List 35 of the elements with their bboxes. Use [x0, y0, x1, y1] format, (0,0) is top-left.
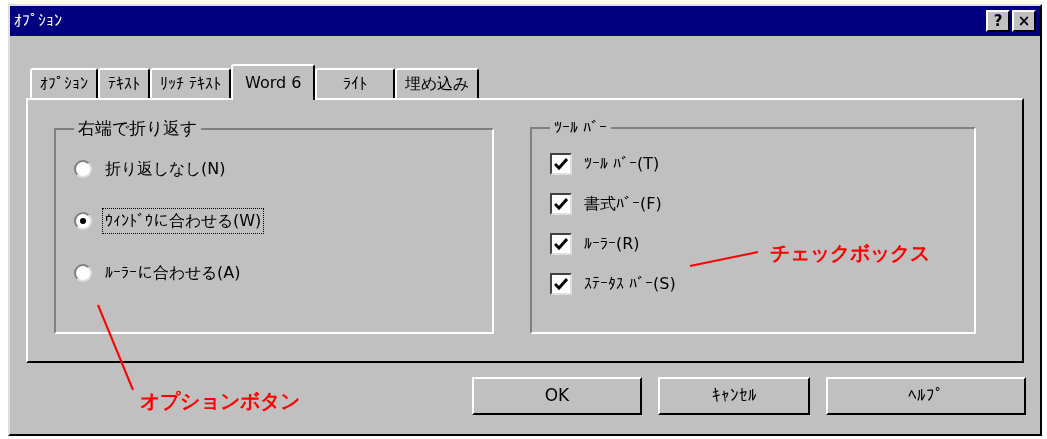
- checkbox-label: ｽﾃｰﾀｽ ﾊﾞｰ(S): [584, 273, 676, 295]
- radio-label: ﾙｰﾗｰに合わせる(A): [104, 261, 242, 284]
- tab[interactable]: ﾘｯﾁ ﾃｷｽﾄ: [150, 68, 232, 98]
- group-title: ﾂｰﾙ ﾊﾞｰ: [553, 117, 609, 139]
- window-title: ｵﾌﾟｼｮﾝ: [14, 10, 62, 32]
- dialog-button[interactable]: OK: [472, 377, 642, 415]
- checkbox[interactable]: [550, 233, 572, 255]
- check-icon: [554, 238, 568, 250]
- group-title: 右端で折り返す: [77, 117, 198, 140]
- radio-button[interactable]: [74, 263, 92, 282]
- tab[interactable]: ﾃｷｽﾄ: [98, 68, 150, 98]
- annotation-label: オプションボタン: [140, 388, 300, 415]
- checkbox-label: ﾙｰﾗｰ(R): [584, 233, 640, 255]
- radio-label: ｳｨﾝﾄﾞｳに合わせる(W): [102, 207, 265, 234]
- annotation-label: チェックボックス: [770, 240, 930, 267]
- dialog-button[interactable]: ﾍﾙﾌﾟ: [826, 377, 1026, 415]
- tab[interactable]: ｵﾌﾟｼｮﾝ: [30, 68, 98, 98]
- radio-button[interactable]: [74, 211, 92, 230]
- tab[interactable]: 埋め込み: [395, 68, 480, 98]
- checkbox[interactable]: [550, 193, 572, 215]
- checkbox-label: 書式ﾊﾞｰ(F): [584, 193, 662, 215]
- checkbox-label: ﾂｰﾙ ﾊﾞｰ(T): [584, 153, 660, 175]
- help-button[interactable]: ?: [986, 10, 1010, 32]
- checkbox[interactable]: [550, 273, 572, 295]
- check-icon: [554, 158, 568, 170]
- check-icon: [554, 198, 568, 210]
- tab[interactable]: Word 6: [231, 64, 316, 100]
- close-button[interactable]: ×: [1012, 10, 1036, 32]
- tab[interactable]: ﾗｲﾄ: [315, 68, 396, 98]
- checkbox[interactable]: [550, 153, 572, 175]
- radio-button[interactable]: [74, 159, 92, 178]
- leader-line: [689, 251, 759, 267]
- dialog-button[interactable]: ｷｬﾝｾﾙ: [658, 377, 810, 415]
- radio-label: 折り返しなし(N): [104, 157, 227, 180]
- check-icon: [554, 278, 568, 290]
